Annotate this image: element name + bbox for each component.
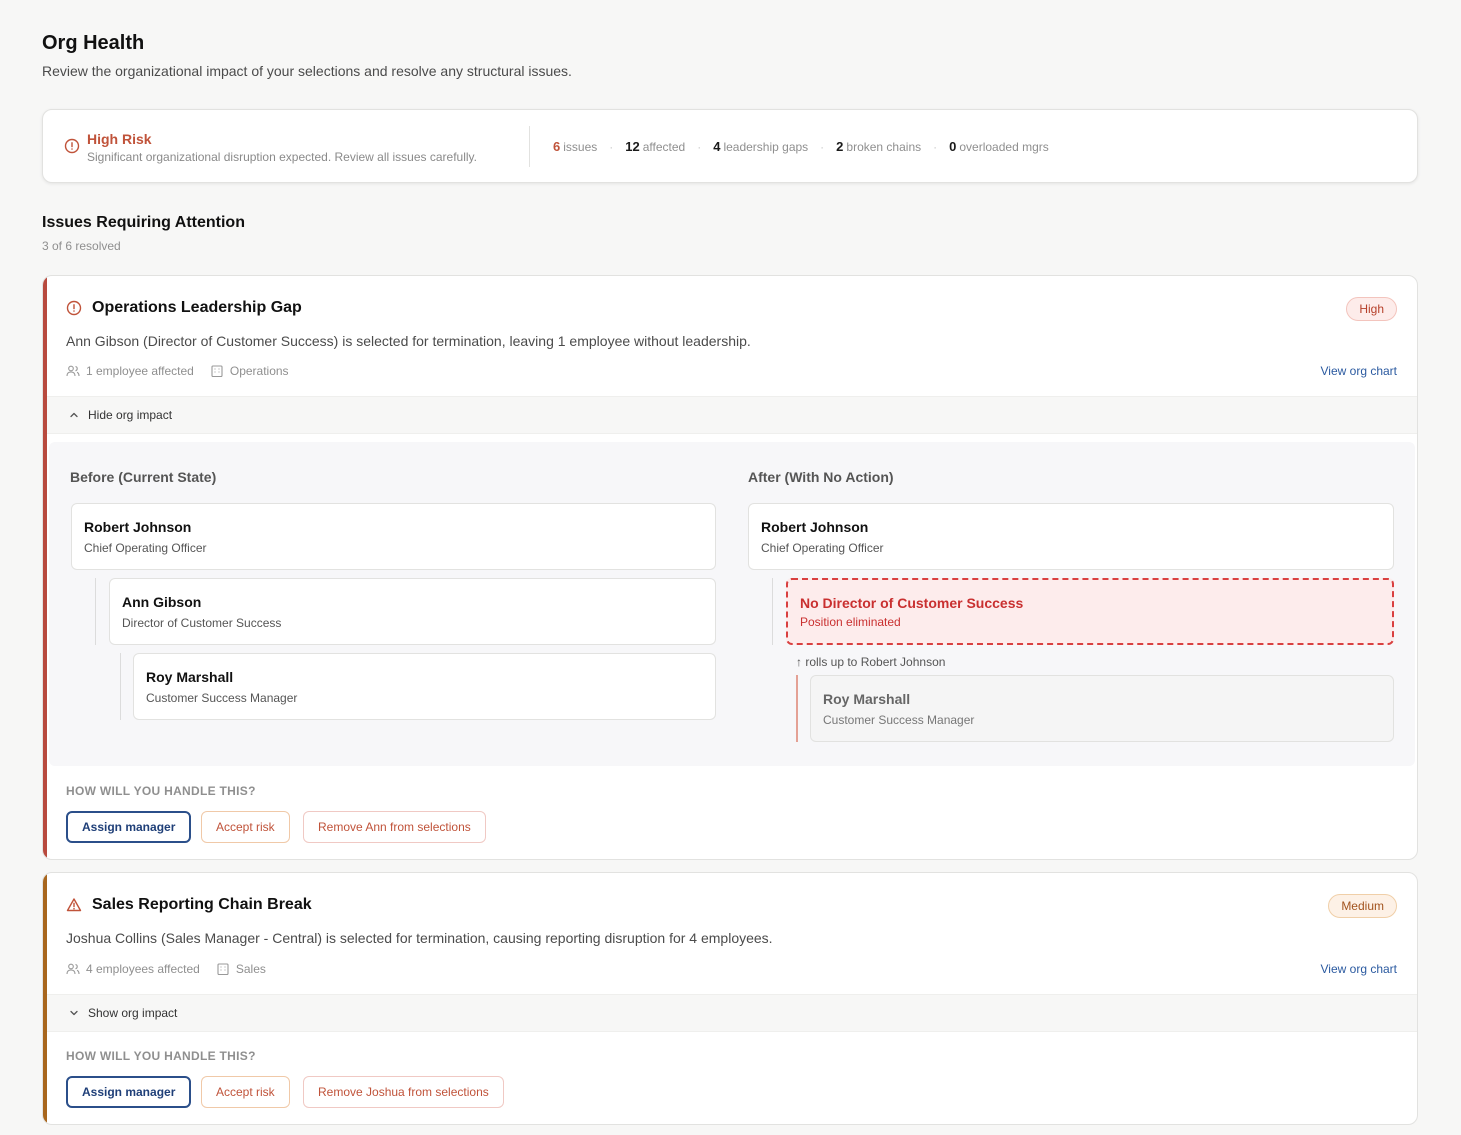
after-heading: After (With No Action) [748, 469, 894, 485]
remove-from-selections-button[interactable]: Remove Joshua from selections [303, 1076, 504, 1108]
rollup-note: ↑ rolls up to Robert Johnson [796, 655, 946, 669]
risk-stats: 6 issues · 12 affected · 4 leadership gaps … [553, 139, 1049, 154]
org-impact-panel: Before (Current State) Robert Johnson Ch… [49, 442, 1415, 766]
accept-risk-button[interactable]: Accept risk [201, 811, 290, 843]
alert-circle-icon [64, 138, 80, 154]
orphan-connector [796, 675, 798, 742]
page-title: Org Health [42, 32, 145, 54]
stat-affected: 12 affected [625, 139, 686, 154]
remove-from-selections-button[interactable]: Remove Ann from selections [303, 811, 486, 843]
tree-connector [95, 578, 96, 645]
issue-meta: 4 employees affected Sales [66, 962, 282, 976]
risk-level: High Risk [87, 131, 152, 147]
eliminated-position-node: No Director of Customer Success Position… [786, 578, 1394, 645]
building-icon [217, 963, 229, 976]
issue-card-operations-leadership-gap: Operations Leadership Gap High Ann Gibso… [42, 275, 1418, 860]
chevron-down-icon [70, 1010, 78, 1016]
issue-meta: 1 employee affected Operations [66, 364, 305, 378]
issue-title: Operations Leadership Gap [92, 299, 302, 316]
org-node: Ann Gibson Director of Customer Success [109, 578, 716, 645]
severity-badge: High [1346, 297, 1397, 321]
org-impact-toggle-label: Hide org impact [88, 408, 173, 422]
severity-badge: Medium [1328, 894, 1397, 918]
handle-prompt: HOW WILL YOU HANDLE THIS? [66, 784, 256, 798]
page-subtitle: Review the organizational impact of your… [42, 63, 572, 79]
affected-count: 4 employees affected [66, 962, 200, 976]
alert-circle-icon [66, 300, 82, 316]
issues-section-title: Issues Requiring Attention [42, 214, 245, 231]
stat-overloaded-mgrs: 0 overloaded mgrs [949, 139, 1049, 154]
handle-prompt: HOW WILL YOU HANDLE THIS? [66, 1049, 256, 1063]
before-heading: Before (Current State) [70, 469, 217, 485]
tree-connector [772, 578, 773, 645]
warning-triangle-icon [66, 898, 82, 912]
risk-summary-card: High Risk Significant organizational dis… [42, 109, 1418, 183]
view-org-chart-link[interactable]: View org chart [1321, 364, 1397, 378]
users-icon [66, 963, 80, 975]
assign-manager-button[interactable]: Assign manager [66, 1076, 192, 1108]
org-impact-toggle[interactable]: Show org impact [47, 994, 1417, 1032]
department: Operations [210, 364, 289, 378]
accept-risk-button[interactable]: Accept risk [201, 1076, 290, 1108]
separator-dot: · [933, 140, 938, 154]
building-icon [211, 365, 223, 378]
issues-resolved-count: 3 of 6 resolved [42, 239, 121, 253]
separator-dot: · [820, 140, 825, 154]
org-impact-toggle[interactable]: Hide org impact [47, 396, 1417, 434]
separator-dot: · [697, 140, 702, 154]
department: Sales [216, 962, 266, 976]
chevron-up-icon [70, 412, 78, 418]
issue-description: Ann Gibson (Director of Customer Success… [66, 333, 751, 349]
org-node-orphaned: Roy Marshall Customer Success Manager [810, 675, 1394, 742]
severity-bar [43, 276, 47, 859]
divider [529, 126, 530, 167]
issue-title: Sales Reporting Chain Break [92, 896, 312, 913]
risk-description: Significant organizational disruption ex… [87, 150, 477, 164]
affected-count: 1 employee affected [66, 364, 194, 378]
issue-card-sales-reporting-chain-break: Sales Reporting Chain Break Medium Joshu… [42, 872, 1418, 1125]
org-node: Roy Marshall Customer Success Manager [133, 653, 716, 720]
issue-description: Joshua Collins (Sales Manager - Central)… [66, 930, 773, 946]
assign-manager-button[interactable]: Assign manager [66, 811, 192, 843]
stat-issues: 6 issues [553, 139, 598, 154]
stat-leadership-gaps: 4 leadership gaps [713, 139, 809, 154]
users-icon [66, 365, 80, 377]
org-impact-toggle-label: Show org impact [88, 1006, 178, 1020]
org-node: Robert Johnson Chief Operating Officer [748, 503, 1394, 570]
view-org-chart-link[interactable]: View org chart [1321, 962, 1397, 976]
separator-dot: · [609, 140, 614, 154]
stat-broken-chains: 2 broken chains [836, 139, 922, 154]
tree-connector [120, 653, 121, 720]
org-node: Robert Johnson Chief Operating Officer [71, 503, 716, 570]
